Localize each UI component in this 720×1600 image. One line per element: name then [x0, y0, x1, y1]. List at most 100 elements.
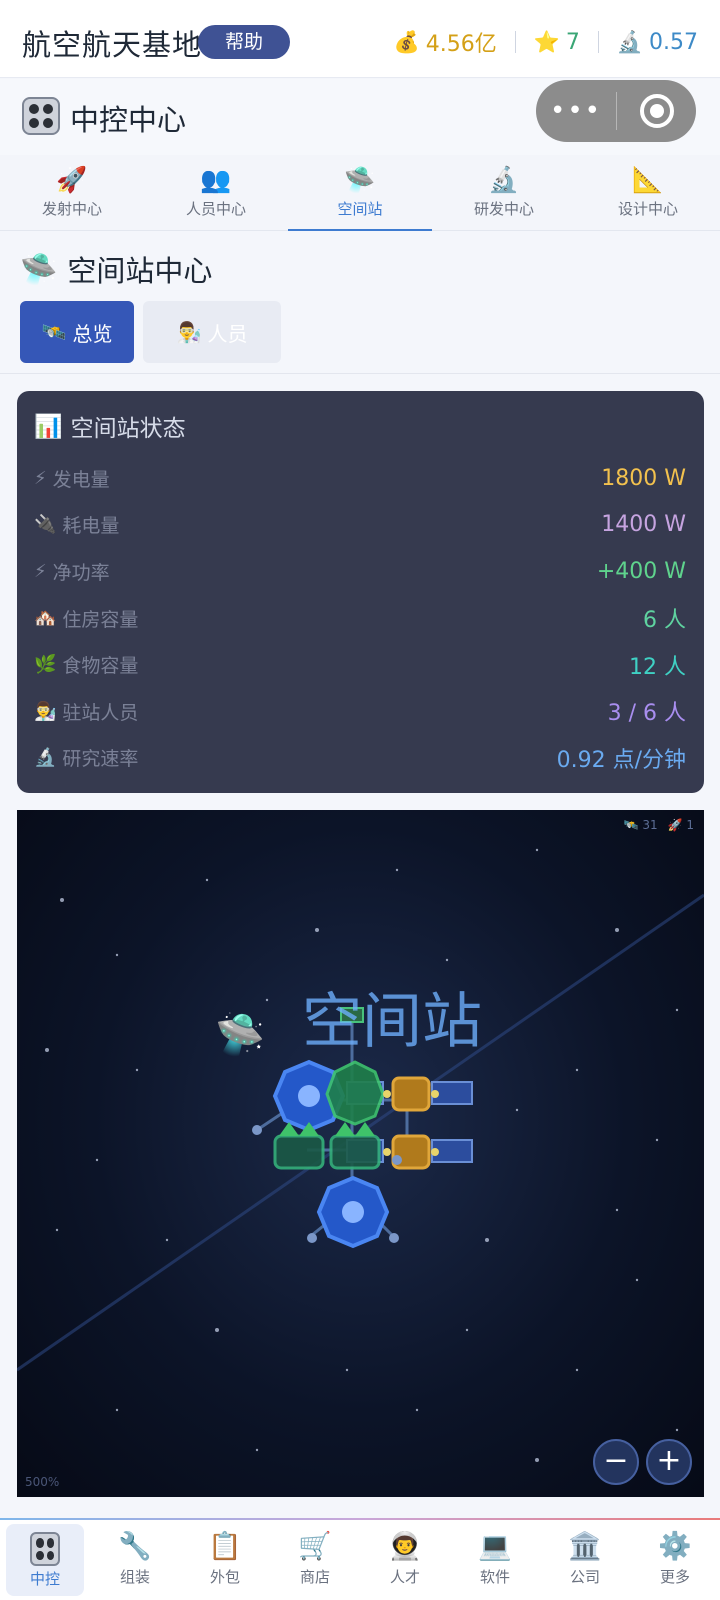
- top-header: 航空航天基地 帮助 💰 4.56亿 ⭐ 7 🔬 0.57: [0, 0, 720, 78]
- tab-label: 发射中心: [41, 200, 102, 218]
- stat-divider: [514, 31, 516, 53]
- microscope-icon: 🔬: [616, 29, 644, 54]
- status-value: 12 人: [629, 654, 686, 680]
- status-label-text: 研究速率: [62, 748, 139, 771]
- star-dot: [675, 1008, 679, 1012]
- house-icon: 🏘️: [34, 607, 57, 629]
- satellite-icon: 🛰️: [41, 320, 67, 344]
- status-label-text: 食物容量: [62, 655, 139, 678]
- nav-company[interactable]: 🏛️ 公司: [540, 1520, 630, 1600]
- star-dot: [515, 1108, 519, 1112]
- star-dot: [465, 1328, 469, 1332]
- nav-outsourcing[interactable]: 📋 外包: [180, 1520, 270, 1600]
- star-dot: [215, 1328, 219, 1332]
- nav-talent[interactable]: 👨‍🚀 人才: [360, 1520, 450, 1600]
- status-label: 🏘️ 住房容量: [34, 605, 138, 632]
- rocket-icon: 🚀: [56, 165, 88, 194]
- satellite-count: 31: [642, 818, 658, 832]
- station-canvas[interactable]: 🛸 空间站: [17, 810, 704, 1497]
- status-row: 👨‍🔬 驻站人员 3 / 6 人: [34, 688, 686, 735]
- nav-more[interactable]: ⚙️ 更多: [630, 1520, 720, 1600]
- status-label: 🌿 食物容量: [34, 651, 138, 678]
- tab-design-center[interactable]: 📐 设计中心: [576, 155, 720, 230]
- star-dot: [395, 868, 399, 872]
- help-button[interactable]: 帮助: [198, 25, 290, 59]
- people-icon: 👥: [200, 165, 232, 194]
- more-options-button[interactable]: •••: [536, 80, 616, 142]
- star-dot: [115, 953, 119, 957]
- zoom-in-button[interactable]: +: [646, 1439, 692, 1485]
- money-bag-icon: 💰: [393, 29, 420, 54]
- status-label-text: 驻站人员: [62, 701, 139, 724]
- station-viewport[interactable]: 🛸 空间站 🛰️ 31 🚀 1 500% − +: [17, 810, 704, 1497]
- nav-label: 软件: [479, 1568, 510, 1586]
- nav-label: 中控: [29, 1570, 60, 1588]
- status-value: 6 人: [643, 608, 686, 634]
- tab-space-station[interactable]: 🛸 空间站: [288, 155, 432, 231]
- station-status-card: 📊 空间站状态 ⚡ 发电量 1800 W 🔌 耗电量 1400 W ⚡ 净功率 +400 W 🏘️…: [17, 391, 704, 793]
- subtab-label: 总览: [72, 321, 113, 346]
- status-label-text: 净功率: [52, 561, 110, 584]
- star-dot: [60, 898, 64, 902]
- star-dot: [615, 1208, 619, 1212]
- star-dot: [535, 1458, 539, 1462]
- subtab-overview[interactable]: 🛰️ 总览: [20, 301, 134, 363]
- star-dot: [655, 1138, 659, 1142]
- tab-label: 空间站: [337, 200, 383, 218]
- nav-assembly[interactable]: 🔧 组装: [90, 1520, 180, 1600]
- status-label-text: 耗电量: [62, 515, 120, 538]
- star-dot: [255, 1448, 259, 1452]
- star-dot: [55, 1228, 59, 1232]
- subtab-label: 人员: [207, 321, 248, 346]
- close-miniprogram-button[interactable]: [617, 94, 696, 128]
- control-panel-icon: [30, 1532, 60, 1566]
- station-label: 空间站: [302, 987, 482, 1057]
- research-stat: 🔬 0.57: [617, 30, 698, 55]
- status-rows: ⚡ 发电量 1800 W 🔌 耗电量 1400 W ⚡ 净功率 +400 W 🏘️ 住房容量 6 人 🌿…: [34, 455, 686, 781]
- star-dot: [115, 1408, 119, 1412]
- bottom-navigation: 中控 🔧 组装 📋 外包 🛒 商店 👨‍🚀 人才 💻 软件 🏛️ 公司 ⚙️ 更…: [0, 1518, 720, 1600]
- star-dot: [345, 1368, 349, 1372]
- nav-label: 人才: [389, 1568, 420, 1586]
- lightning-icon: ⚡: [34, 560, 47, 582]
- control-panel-icon: [22, 97, 60, 135]
- tab-launch-center[interactable]: 🚀 发射中心: [0, 155, 144, 230]
- star-dot: [95, 1158, 99, 1162]
- gear-icon: ⚙️: [658, 1531, 692, 1562]
- subtab-personnel[interactable]: 👨‍🔬 人员: [143, 301, 281, 363]
- resource-stats: 💰 4.56亿 ⭐ 7 🔬 0.57: [394, 26, 698, 58]
- status-label: 👨‍🔬 驻站人员: [34, 698, 138, 725]
- page-title: 中控中心: [70, 103, 187, 137]
- status-label-text: 发电量: [52, 468, 110, 491]
- star-dot: [265, 998, 269, 1002]
- star-dot: [675, 1428, 679, 1432]
- status-value: 1400 W: [601, 512, 686, 538]
- nav-label: 更多: [659, 1568, 690, 1586]
- star-dot: [445, 958, 449, 962]
- status-value: +400 W: [596, 558, 686, 584]
- triangle-ruler-icon: 📐: [632, 165, 664, 194]
- status-value: 3 / 6 人: [607, 701, 686, 727]
- tab-label: 人员中心: [185, 200, 246, 218]
- tab-research-center[interactable]: 🔬 研发中心: [432, 155, 576, 230]
- app-title: 航空航天基地: [22, 28, 203, 62]
- star-dot: [485, 1238, 489, 1242]
- scientist-icon: 👨‍🔬: [176, 320, 202, 344]
- cart-icon: 🛒: [298, 1531, 332, 1562]
- microscope-icon: 🔬: [34, 747, 57, 769]
- status-value: 1800 W: [601, 465, 686, 491]
- tab-personnel-center[interactable]: 👥 人员中心: [144, 155, 288, 230]
- star-dot: [165, 1238, 169, 1242]
- star-dot: [415, 1408, 419, 1412]
- zoom-out-button[interactable]: −: [593, 1439, 639, 1485]
- nav-software[interactable]: 💻 软件: [450, 1520, 540, 1600]
- nav-label: 商店: [299, 1568, 330, 1586]
- bar-chart-icon: 📊: [34, 413, 63, 440]
- nav-store[interactable]: 🛒 商店: [270, 1520, 360, 1600]
- nav-control[interactable]: 中控: [0, 1520, 90, 1600]
- object-counters: 🛰️ 31 🚀 1: [624, 818, 694, 832]
- person-rocket-icon: 👨‍🚀: [388, 1531, 422, 1562]
- clipboard-icon: 📋: [208, 1531, 242, 1562]
- stat-divider: [597, 31, 599, 53]
- microscope-icon: 🔬: [488, 165, 520, 194]
